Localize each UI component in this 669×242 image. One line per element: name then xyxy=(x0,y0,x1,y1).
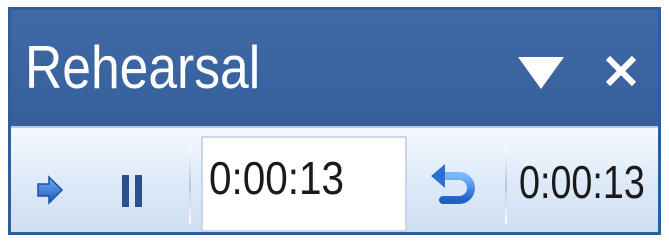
rehearsal-controls: 0:00:13 0:00:13 xyxy=(11,126,658,232)
separator xyxy=(505,146,507,224)
repeat-icon xyxy=(431,164,475,204)
repeat-button[interactable] xyxy=(427,156,479,212)
total-time: 0:00:13 xyxy=(519,156,645,208)
window-title: Rehearsal xyxy=(25,34,261,101)
title-bar[interactable]: Rehearsal xyxy=(11,10,658,126)
next-arrow-icon xyxy=(37,175,64,205)
rehearsal-toolbar: Rehearsal 0:00:13 0:00:13 xyxy=(8,7,661,235)
pause-button[interactable] xyxy=(115,170,149,212)
pause-icon xyxy=(122,175,142,207)
triangle-down-icon xyxy=(518,57,564,89)
toolbar-options-button[interactable] xyxy=(511,50,571,96)
slide-time-value: 0:00:13 xyxy=(209,152,345,204)
close-button[interactable] xyxy=(597,46,645,96)
next-slide-button[interactable] xyxy=(33,172,67,208)
slide-time-field[interactable]: 0:00:13 xyxy=(201,136,407,232)
separator xyxy=(189,146,191,224)
close-icon xyxy=(605,55,637,87)
